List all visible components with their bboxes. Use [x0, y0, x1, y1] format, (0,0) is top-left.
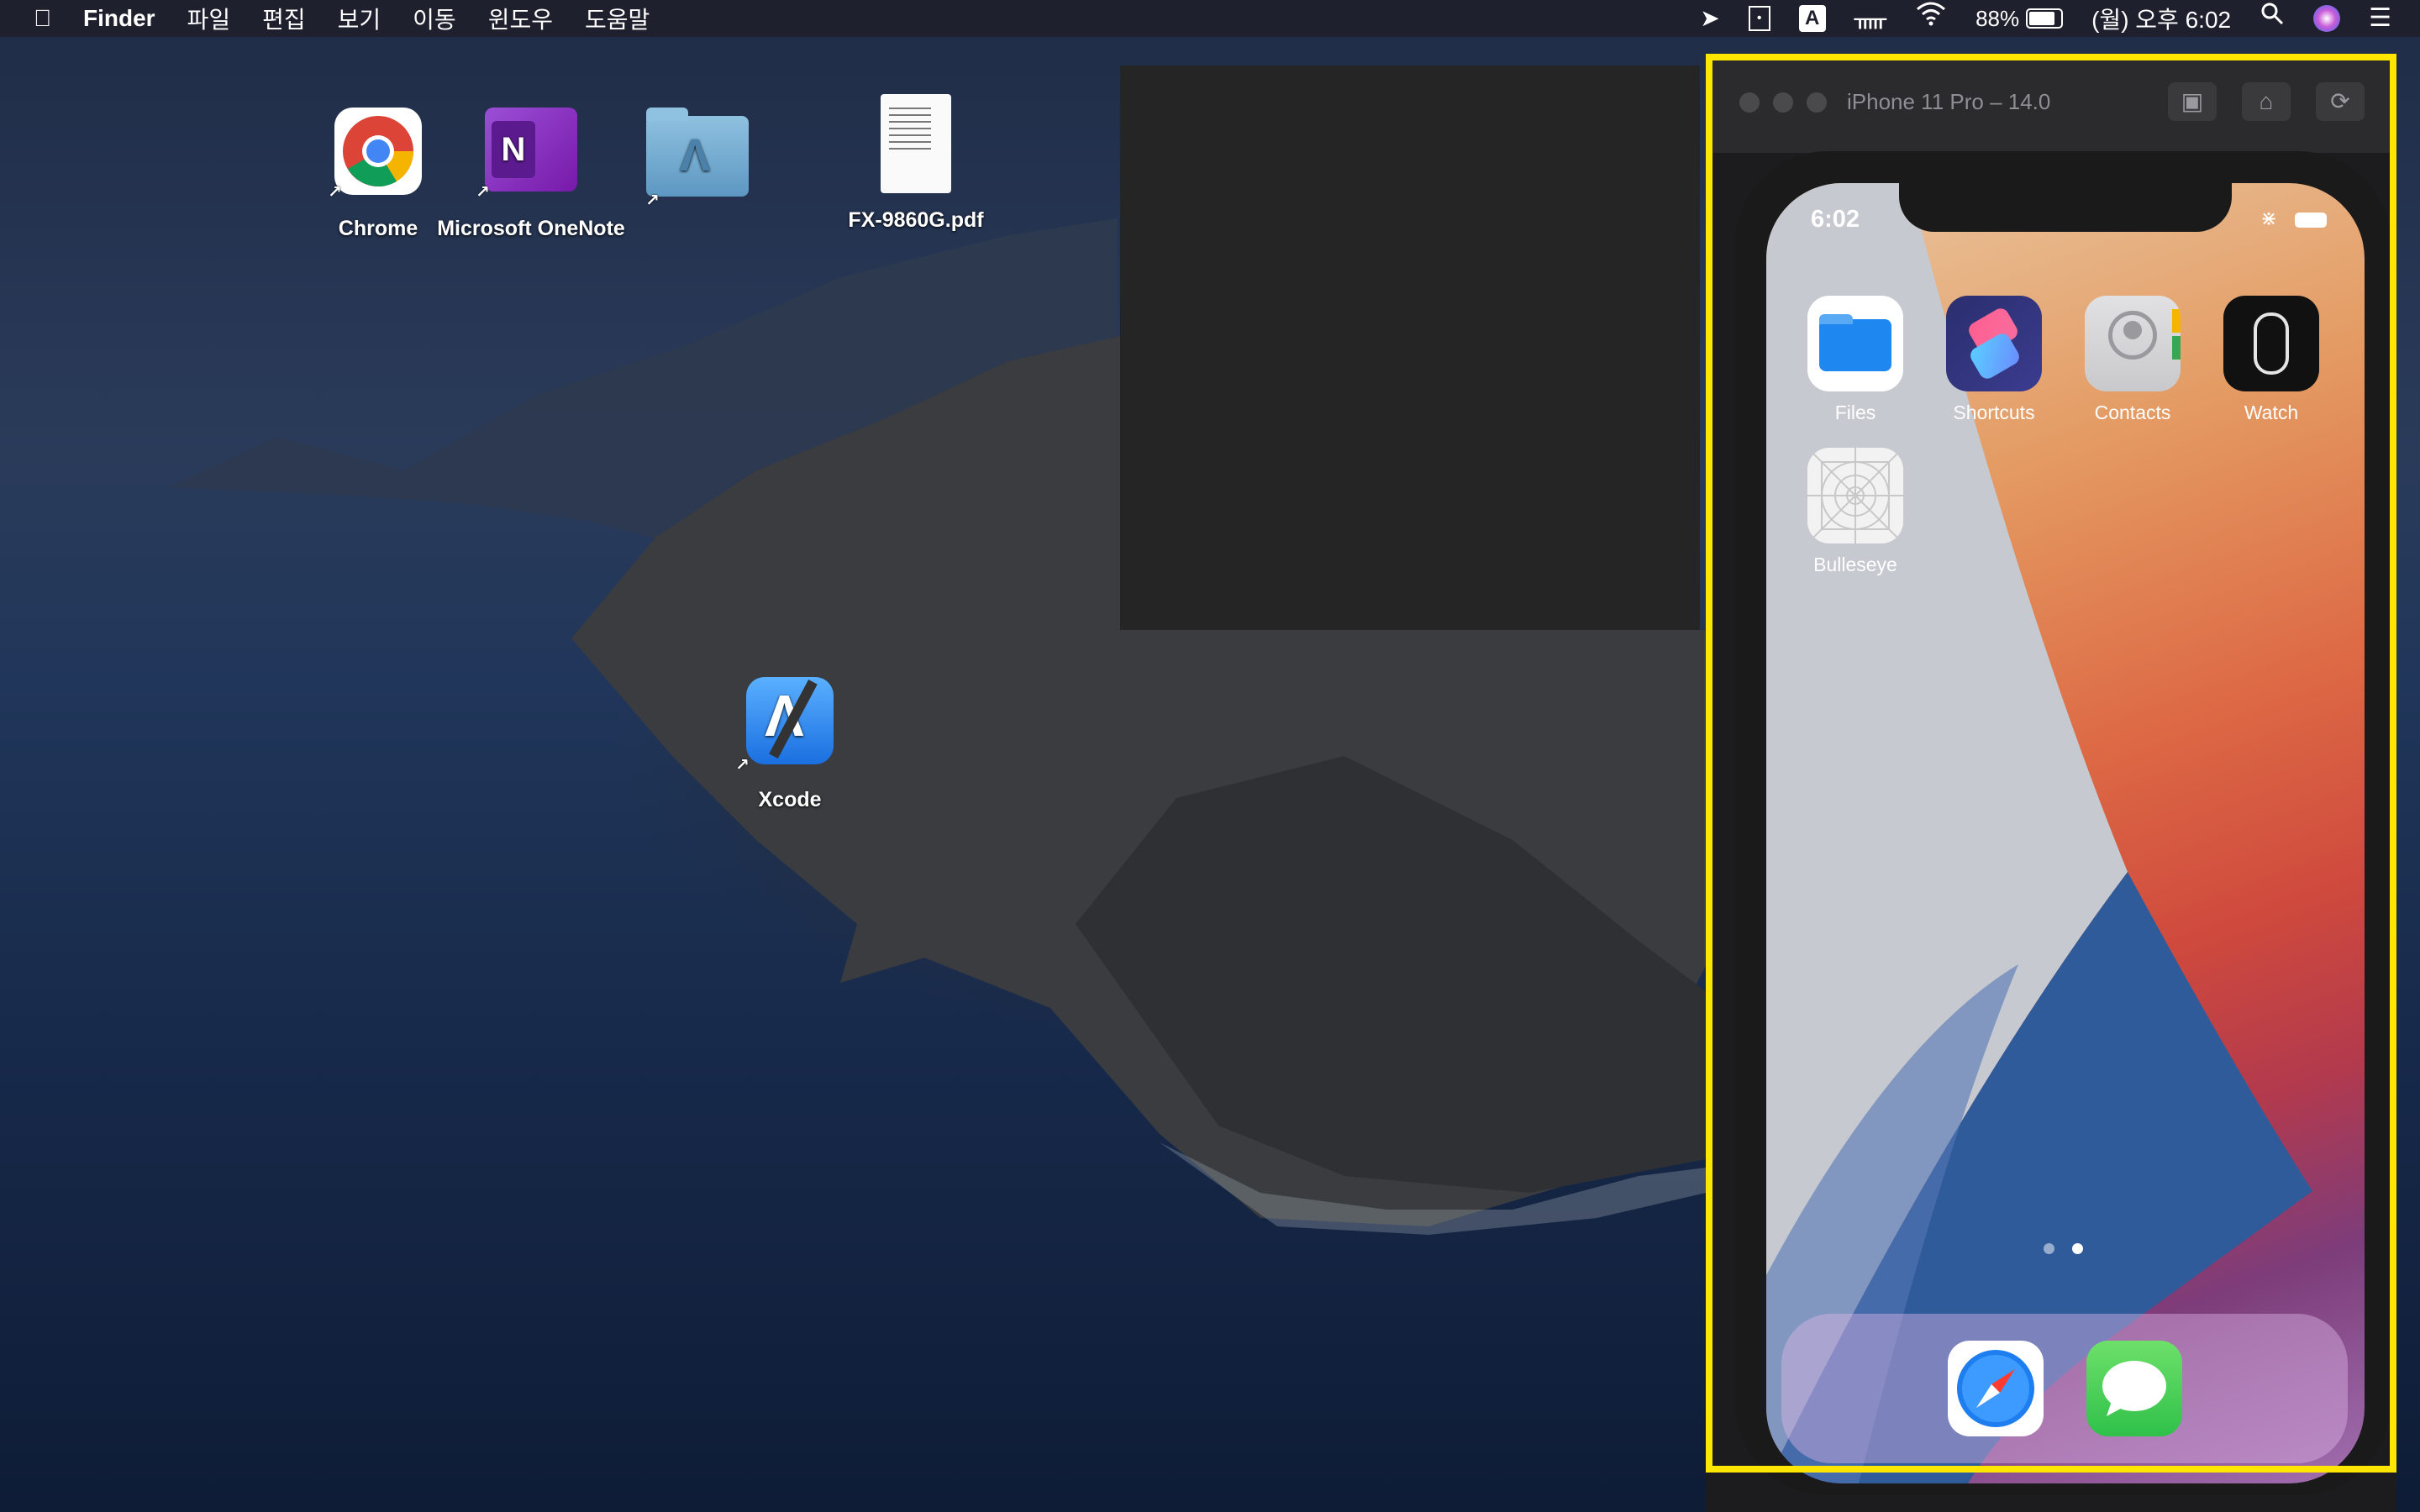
menu-bar:  Finder 파일 편집 보기 이동 윈도우 도움말 ➤ • A ᚅ 88%… — [0, 0, 2420, 37]
blank-window[interactable] — [1120, 66, 1700, 630]
desktop-icon-label: Chrome — [338, 217, 418, 240]
menu-view[interactable]: 보기 — [338, 2, 381, 35]
chrome-icon — [334, 108, 422, 195]
alias-arrow-icon: ↗ — [476, 183, 490, 202]
desktop-icon-pdf[interactable]: FX-9860G.pdf — [832, 94, 1000, 233]
xcode-icon: Λ — [746, 677, 834, 764]
desktop-icon-label: Microsoft OneNote — [437, 217, 625, 240]
menu-window[interactable]: 윈도우 — [488, 2, 553, 35]
clock[interactable]: (월) 오후 6:02 — [2091, 2, 2231, 35]
notification-center-icon[interactable]: ☰ — [2369, 0, 2391, 37]
onenote-icon: N — [485, 108, 577, 192]
alias-arrow-icon: ↗ — [735, 756, 750, 774]
selection-highlight — [1706, 54, 2396, 1473]
menu-file[interactable]: 파일 — [187, 2, 231, 35]
desktop-icon-applications-folder[interactable]: Λ ↗ — [645, 108, 750, 210]
desktop-icon-chrome[interactable]: ↗ Chrome — [328, 108, 429, 241]
battery-icon[interactable] — [2026, 8, 2064, 29]
menu-edit[interactable]: 편집 — [262, 2, 306, 35]
app-menu-finder[interactable]: Finder — [83, 5, 155, 32]
bluetooth-icon[interactable]: ᚅ — [1854, 0, 1886, 37]
wifi-icon[interactable] — [1915, 0, 1947, 37]
menu-help[interactable]: 도움말 — [585, 2, 650, 35]
bookmark-icon[interactable]: • — [1748, 6, 1770, 31]
location-arrow-icon[interactable]: ➤ — [1700, 0, 1719, 37]
spotlight-search-icon[interactable] — [2260, 0, 2285, 37]
desktop-icon-label: Xcode — [758, 788, 822, 811]
input-source-icon[interactable]: A — [1798, 5, 1826, 32]
battery-percent[interactable]: 88% — [1975, 6, 2019, 32]
menu-go[interactable]: 이동 — [413, 2, 456, 35]
status-menus: ➤ • A ᚅ 88% (월) 오후 6:02 ☰ — [1700, 0, 2420, 37]
desktop-icon-xcode[interactable]: Λ ↗ Xcode — [735, 677, 844, 812]
alias-arrow-icon: ↗ — [328, 183, 342, 202]
applications-folder-icon: Λ — [646, 108, 749, 197]
pdf-document-icon — [881, 94, 951, 193]
siri-icon[interactable] — [2313, 5, 2341, 32]
apple-menu-icon[interactable]:  — [34, 0, 51, 37]
desktop-icon-label: FX-9860G.pdf — [848, 208, 984, 232]
alias-arrow-icon: ↗ — [645, 192, 660, 210]
desktop-icon-onenote[interactable]: N ↗ Microsoft OneNote — [430, 108, 632, 241]
